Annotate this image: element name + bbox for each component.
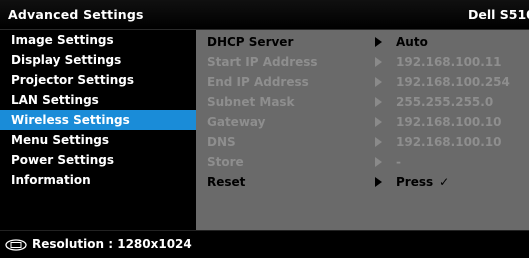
sidebar-item-information[interactable]: Information <box>0 170 196 190</box>
setting-label: Reset <box>207 175 246 189</box>
setting-label: DNS <box>207 135 236 149</box>
setting-value: 192.168.100.11 <box>396 55 502 69</box>
arrow-right-icon <box>375 97 382 107</box>
setting-value: 192.168.100.10 <box>396 135 502 149</box>
setting-row-gateway: Gateway 192.168.100.10 <box>196 112 529 132</box>
arrow-right-icon <box>375 37 382 47</box>
setting-row-reset[interactable]: Reset Press ✓ <box>196 172 529 192</box>
arrow-right-icon <box>375 177 382 187</box>
page-title: Advanced Settings <box>8 7 144 22</box>
model-name: Dell S510 <box>468 7 529 22</box>
arrow-right-icon <box>375 77 382 87</box>
setting-value: Auto <box>396 35 428 49</box>
setting-label: Store <box>207 155 244 169</box>
setting-value: 192.168.100.254 <box>396 75 510 89</box>
arrow-right-icon <box>375 137 382 147</box>
sidebar-menu: Image Settings Display Settings Projecto… <box>0 30 196 230</box>
arrow-right-icon <box>375 57 382 67</box>
setting-label: DHCP Server <box>207 35 294 49</box>
setting-label: Subnet Mask <box>207 95 295 109</box>
setting-value: 255.255.255.0 <box>396 95 494 109</box>
sidebar-item-image-settings[interactable]: Image Settings <box>0 30 196 50</box>
status-bar: Resolution : 1280x1024 <box>0 230 529 258</box>
setting-row-end-ip-address: End IP Address 192.168.100.254 <box>196 72 529 92</box>
setting-row-dns: DNS 192.168.100.10 <box>196 132 529 152</box>
setting-label: Start IP Address <box>207 55 318 69</box>
setting-label: Gateway <box>207 115 266 129</box>
settings-panel: DHCP Server Auto Start IP Address 192.16… <box>196 30 529 230</box>
setting-value: 192.168.100.10 <box>396 115 502 129</box>
setting-row-start-ip-address: Start IP Address 192.168.100.11 <box>196 52 529 72</box>
setting-label: End IP Address <box>207 75 309 89</box>
sidebar-item-projector-settings[interactable]: Projector Settings <box>0 70 196 90</box>
setting-row-dhcp-server[interactable]: DHCP Server Auto <box>196 32 529 52</box>
arrow-right-icon <box>375 157 382 167</box>
sidebar-item-power-settings[interactable]: Power Settings <box>0 150 196 170</box>
setting-value: - <box>396 155 401 169</box>
osd-window: Advanced Settings Dell S510 Image Settin… <box>0 0 529 258</box>
arrow-right-icon <box>375 117 382 127</box>
setting-row-subnet-mask: Subnet Mask 255.255.255.0 <box>196 92 529 112</box>
sidebar-item-display-settings[interactable]: Display Settings <box>0 50 196 70</box>
resolution-icon <box>5 239 27 251</box>
check-icon: ✓ <box>439 175 450 189</box>
resolution-label: Resolution : 1280x1024 <box>32 237 192 251</box>
sidebar-item-wireless-settings[interactable]: Wireless Settings <box>0 110 196 130</box>
setting-row-store: Store - <box>196 152 529 172</box>
sidebar-item-lan-settings[interactable]: LAN Settings <box>0 90 196 110</box>
sidebar-item-menu-settings[interactable]: Menu Settings <box>0 130 196 150</box>
osd-header: Advanced Settings Dell S510 <box>0 0 529 30</box>
setting-value: Press ✓ <box>396 172 449 192</box>
reset-press-label: Press <box>396 175 434 189</box>
